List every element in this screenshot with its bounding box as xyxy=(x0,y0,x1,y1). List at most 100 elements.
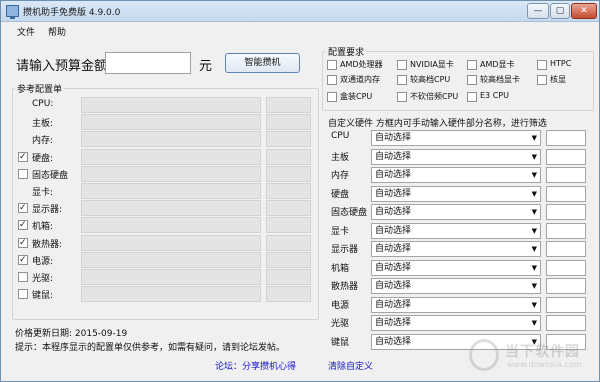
custom-select-value: 自动选择 xyxy=(375,152,412,162)
requirement-checkbox[interactable] xyxy=(537,75,547,85)
custom-price-input[interactable] xyxy=(546,297,586,313)
chevron-down-icon[interactable]: ▼ xyxy=(532,316,537,330)
requirement-checkbox[interactable] xyxy=(467,75,477,85)
smart-build-button[interactable]: 智能攒机 xyxy=(225,53,300,73)
custom-part-select[interactable]: 自动选择 ▼ xyxy=(371,167,541,183)
custom-select-value: 自动选择 xyxy=(375,133,412,143)
chevron-down-icon[interactable]: ▼ xyxy=(532,279,537,293)
custom-part-select[interactable]: 自动选择 ▼ xyxy=(371,315,541,331)
custom-row-label: 光驱 xyxy=(331,319,350,329)
reference-row-label: CPU: xyxy=(32,99,54,109)
custom-price-input[interactable] xyxy=(546,223,586,239)
reference-part-field xyxy=(81,200,261,216)
requirement-label: 盒装CPU xyxy=(340,92,373,101)
reference-part-field xyxy=(81,235,261,251)
menu-file[interactable]: 文件 xyxy=(17,25,35,38)
custom-part-select[interactable]: 自动选择 ▼ xyxy=(371,223,541,239)
custom-part-select[interactable]: 自动选择 ▼ xyxy=(371,130,541,146)
reference-row-label: 主板: xyxy=(32,119,54,129)
custom-row-label: 显卡 xyxy=(331,227,350,237)
clear-custom-link[interactable]: 清除自定义 xyxy=(328,359,373,372)
custom-row-label: 内存 xyxy=(331,171,350,181)
reference-checkbox[interactable] xyxy=(18,255,28,265)
reference-checkbox[interactable] xyxy=(18,238,28,248)
custom-price-input[interactable] xyxy=(546,130,586,146)
custom-price-input[interactable] xyxy=(546,204,586,220)
chevron-down-icon[interactable]: ▼ xyxy=(532,168,537,182)
custom-part-select[interactable]: 自动选择 ▼ xyxy=(371,278,541,294)
reference-row-label: 机箱: xyxy=(32,222,54,232)
maximize-button[interactable]: ▢ xyxy=(550,3,570,19)
custom-price-input[interactable] xyxy=(546,315,586,331)
reference-price-field xyxy=(266,131,311,147)
custom-select-value: 自动选择 xyxy=(375,263,412,273)
requirement-checkbox[interactable] xyxy=(467,60,477,70)
chevron-down-icon[interactable]: ▼ xyxy=(532,131,537,145)
chevron-down-icon[interactable]: ▼ xyxy=(532,261,537,275)
forum-link[interactable]: 论坛：分享攒机心得 xyxy=(215,359,296,372)
custom-part-select[interactable]: 自动选择 ▼ xyxy=(371,204,541,220)
custom-row-label: 键鼠 xyxy=(331,338,350,348)
custom-row-label: CPU xyxy=(331,131,350,141)
reference-checkbox[interactable] xyxy=(18,152,28,162)
reference-row-label: 键鼠: xyxy=(32,291,54,301)
custom-part-select[interactable]: 自动选择 ▼ xyxy=(371,186,541,202)
reference-part-field xyxy=(81,97,261,113)
reference-part-field xyxy=(81,286,261,302)
custom-row-label: 电源 xyxy=(331,301,350,311)
custom-price-input[interactable] xyxy=(546,278,586,294)
custom-row-label: 主板 xyxy=(331,153,350,163)
requirement-checkbox[interactable] xyxy=(327,75,337,85)
custom-price-input[interactable] xyxy=(546,149,586,165)
reference-checkbox[interactable] xyxy=(18,203,28,213)
chevron-down-icon[interactable]: ▼ xyxy=(532,150,537,164)
requirement-checkbox[interactable] xyxy=(397,92,407,102)
reference-checkbox[interactable] xyxy=(18,272,28,282)
requirement-checkbox[interactable] xyxy=(327,92,337,102)
custom-price-input[interactable] xyxy=(546,186,586,202)
requirement-label: NVIDIA显卡 xyxy=(410,60,454,69)
custom-select-value: 自动选择 xyxy=(375,281,412,291)
watermark-circle-icon xyxy=(469,339,499,371)
requirement-label: E3 CPU xyxy=(480,91,509,100)
requirement-checkbox[interactable] xyxy=(537,60,547,70)
reference-checkbox[interactable] xyxy=(18,169,28,179)
reference-price-field xyxy=(266,200,311,216)
chevron-down-icon[interactable]: ▼ xyxy=(532,187,537,201)
custom-title: 自定义硬件 方框内可手动输入硬件部分名称，进行筛选 xyxy=(328,119,547,129)
chevron-down-icon[interactable]: ▼ xyxy=(532,242,537,256)
reference-row-label: 内存: xyxy=(32,136,54,146)
requirement-label: 不砍倍频CPU xyxy=(410,92,459,101)
minimize-button[interactable]: — xyxy=(527,3,549,19)
custom-price-input[interactable] xyxy=(546,260,586,276)
requirement-checkbox[interactable] xyxy=(397,75,407,85)
requirement-checkbox[interactable] xyxy=(327,60,337,70)
custom-part-select[interactable]: 自动选择 ▼ xyxy=(371,260,541,276)
requirement-label: 较高档显卡 xyxy=(480,75,520,84)
chevron-down-icon[interactable]: ▼ xyxy=(532,205,537,219)
reference-checkbox[interactable] xyxy=(18,220,28,230)
custom-part-select[interactable]: 自动选择 ▼ xyxy=(371,149,541,165)
budget-input[interactable] xyxy=(105,52,191,74)
custom-price-input[interactable] xyxy=(546,241,586,257)
tip-text: 提示：本程序显示的配置单仅供参考，如需有疑问，请到论坛发帖。 xyxy=(15,343,286,353)
title-bar: 攒机助手免费版 4.9.0.0 — ▢ ✕ xyxy=(1,1,599,22)
reference-row-label: 电源: xyxy=(32,257,54,267)
custom-part-select[interactable]: 自动选择 ▼ xyxy=(371,297,541,313)
custom-row-label: 散热器 xyxy=(331,282,359,292)
custom-part-select[interactable]: 自动选择 ▼ xyxy=(371,241,541,257)
reference-row-label: 固态硬盘 xyxy=(32,171,69,181)
budget-label: 请输入预算金额 xyxy=(16,59,108,74)
requirement-checkbox[interactable] xyxy=(397,60,407,70)
custom-row-label: 硬盘 xyxy=(331,190,350,200)
menu-help[interactable]: 帮助 xyxy=(48,25,66,38)
reference-row-label: 硬盘: xyxy=(32,154,54,164)
chevron-down-icon[interactable]: ▼ xyxy=(532,298,537,312)
custom-select-value: 自动选择 xyxy=(375,189,412,199)
requirement-checkbox[interactable] xyxy=(467,92,477,102)
reference-checkbox[interactable] xyxy=(18,289,28,299)
custom-price-input[interactable] xyxy=(546,167,586,183)
chevron-down-icon[interactable]: ▼ xyxy=(532,224,537,238)
reference-row-label: 光驱: xyxy=(32,274,54,284)
close-button[interactable]: ✕ xyxy=(571,3,597,19)
